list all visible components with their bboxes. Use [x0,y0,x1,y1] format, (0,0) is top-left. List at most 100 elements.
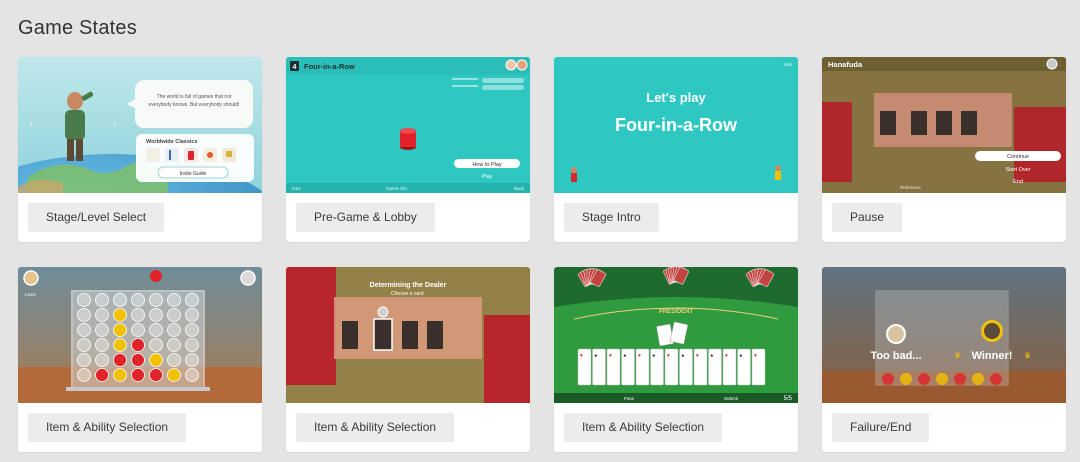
footer-intro: Intro [292,186,302,191]
reference-label: Reference [900,185,921,190]
board-slot [77,308,91,322]
card-label[interactable]: Pre-Game & Lobby [296,203,435,232]
card-back[interactable] [342,321,358,349]
level-label: Level [25,292,36,297]
skip-label[interactable]: Skip [783,62,792,67]
card-item-ability-selection[interactable]: PRESIDENT ♥ ♠ ♥ ♠ ♥ ♠ ♥ ♠ ♥ ♠ ♥ ♠ ♥ Pass Submit 5/5 … [554,267,798,452]
pass-label[interactable]: Pass [624,396,635,401]
board-token [131,338,145,352]
board-slot [167,338,181,352]
board-slot [95,308,109,322]
svg-text:‹: ‹ [30,119,33,130]
board-token [131,368,145,382]
card-stage-intro[interactable]: Let's play Four-in-a-Row Skip Stage Intr… [554,57,798,242]
card-item-ability-selection[interactable]: Level Item & Ability Selection [18,267,262,452]
board-slot [185,353,199,367]
card-suit-icon: ♥ [667,353,670,359]
play-label[interactable]: Play [482,174,493,180]
card-failure-end[interactable]: Too bad... Winner! ♛ ♛ Failure/End [822,267,1066,452]
thumbnail-four-in-a-row: Level [18,267,262,403]
board-token [131,353,145,367]
card-suit-icon: ♠ [595,353,598,359]
card-item-ability-selection[interactable]: Determining the Dealer Choose a card. It… [286,267,530,452]
bubble-text-1: The world is full of games that not [157,94,232,100]
board-slot [185,323,199,337]
board-token [113,368,127,382]
avatar [1046,58,1058,70]
card-label[interactable]: Failure/End [832,413,930,442]
board-token [149,368,163,382]
board-slot [167,308,181,322]
card-suit-icon: ♠ [653,353,656,359]
card-back[interactable] [427,321,443,349]
intro-line-1: Let's play [646,90,706,105]
game-title: Four-in-a-Row [304,62,355,71]
start-over-label[interactable]: Start Over [1005,167,1030,173]
card-label[interactable]: Item & Ability Selection [28,413,187,442]
lobby-scene: 4 Four-in-a-Row How to Play Play Intro G… [286,57,530,193]
board-slot [77,338,91,352]
end-label[interactable]: End [1013,179,1023,185]
thumbnail-pause: Hanafuda Continue Start Over End Referen… [822,57,1066,193]
player-avatar [23,270,39,286]
thumbnail-president: PRESIDENT ♥ ♠ ♥ ♠ ♥ ♠ ♥ ♠ ♥ ♠ ♥ ♠ ♥ Pass Submit 5/5 [554,267,798,403]
card-label[interactable]: Item & Ability Selection [296,413,455,442]
card-count: 5/5 [784,396,793,402]
footer-game-info: Game Info [386,186,408,191]
thumbnail-determining-dealer: Determining the Dealer Choose a card. [286,267,530,403]
continue-label: Continue [1007,154,1029,160]
board-slot [77,353,91,367]
card-label[interactable]: Stage/Level Select [28,203,165,232]
board-slot [131,308,145,322]
card-pre-game-lobby[interactable]: 4 Four-in-a-Row How to Play Play Intro G… [286,57,530,242]
board-slot [131,323,145,337]
card-suit-icon: ♥ [580,353,583,359]
board-slot [185,308,199,322]
president-scene: PRESIDENT ♥ ♠ ♥ ♠ ♥ ♠ ♥ ♠ ♥ ♠ ♥ ♠ ♥ Pass Submit 5/5 [554,267,798,403]
svg-text:›: › [113,119,116,130]
card-back[interactable] [402,321,418,349]
thumbnail-stage-intro: Let's play Four-in-a-Row Skip [554,57,798,193]
board-slot [149,323,163,337]
board-slot [149,293,163,307]
board-slot [77,293,91,307]
card-suit-icon: ♠ [740,353,743,359]
board-slot [95,323,109,337]
card-suit-icon: ♥ [638,353,641,359]
thumbnail-stage-level-select: The world is full of games that not ever… [18,57,262,193]
board-slot [167,353,181,367]
crown-icon: ♛ [1024,351,1031,360]
intro-line-2: Four-in-a-Row [615,115,738,135]
board-slot [185,368,199,382]
game-number: 4 [293,64,297,71]
board-slot [95,293,109,307]
board-token [149,353,163,367]
card-label[interactable]: Pause [832,203,903,232]
card-label[interactable]: Item & Ability Selection [564,413,723,442]
stage-select-scene: The world is full of games that not ever… [18,57,262,193]
board-slot [149,338,163,352]
card-back-selected[interactable] [373,318,393,351]
card-stage-level-select[interactable]: The world is full of games that not ever… [18,57,262,242]
four-in-a-row-scene: Level [18,267,262,403]
board-token [954,373,966,385]
too-bad-text: Too bad... [870,350,921,362]
submit-label[interactable]: Submit [724,396,739,401]
board-slot [77,368,91,382]
opponent-avatar [240,270,256,286]
avatar [505,59,517,71]
board-slot [95,353,109,367]
card-pause[interactable]: Hanafuda Continue Start Over End Referen… [822,57,1066,242]
board-token [113,308,127,322]
how-to-play-label: How to Play [472,162,502,168]
card-label[interactable]: Stage Intro [564,203,659,232]
drop-token-icon [150,270,162,282]
player-avatar [377,306,389,318]
crown-icon: ♛ [954,351,961,360]
character-head [67,92,83,110]
page-title: Game States [18,17,137,39]
footer-back: Back [514,186,525,191]
card-suit-icon: ♥ [754,353,757,359]
board-token [113,323,127,337]
board-slot [167,323,181,337]
